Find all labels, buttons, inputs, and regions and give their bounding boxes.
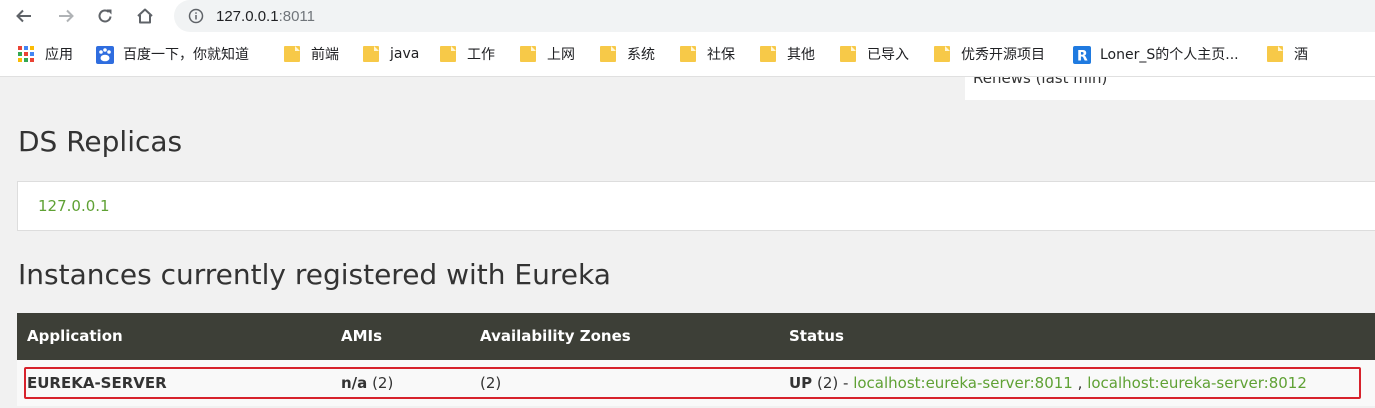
folder-icon	[600, 46, 616, 62]
bookmark-label: 百度一下，你就知道	[123, 47, 249, 63]
bookmark-folder-social-security[interactable]: 社保	[680, 44, 735, 64]
folder-icon	[680, 46, 696, 62]
info-circle-icon[interactable]	[188, 8, 204, 24]
folder-icon	[934, 46, 950, 62]
back-button[interactable]	[10, 2, 38, 30]
replica-link[interactable]: 127.0.0.1	[38, 197, 110, 215]
arrow-left-icon	[16, 9, 31, 23]
reload-icon	[98, 9, 112, 23]
instances-title: Instances currently registered with Eure…	[18, 258, 611, 291]
renews-stat-cell: Renews (last min)	[965, 77, 1375, 100]
cell-zones: (2)	[480, 374, 502, 392]
folder-icon	[840, 46, 856, 62]
url-text: 127.0.0.1:8011	[216, 7, 315, 25]
svg-text:R: R	[1077, 49, 1088, 65]
bookmark-label: 工作	[467, 47, 495, 63]
bookmark-label: 上网	[547, 47, 575, 63]
column-header-amis: AMIs	[341, 327, 383, 345]
baidu-icon	[96, 46, 114, 64]
folder-icon	[760, 46, 776, 62]
bookmark-label: 优秀开源项目	[961, 47, 1045, 63]
bookmark-folder-work[interactable]: 工作	[440, 44, 495, 64]
folder-icon	[520, 46, 536, 62]
eureka-page: Renews (last min) DS Replicas 127.0.0.1 …	[0, 77, 1375, 408]
bookmark-label: 社保	[707, 47, 735, 63]
bookmark-folder-wine[interactable]: 酒	[1267, 44, 1308, 64]
replicas-panel: 127.0.0.1	[17, 181, 1375, 231]
instance-separator: ,	[1077, 374, 1083, 392]
arrow-right-icon	[59, 9, 74, 23]
folder-icon	[440, 46, 456, 62]
column-header-availability-zones: Availability Zones	[480, 327, 631, 345]
renews-label: Renews (last min)	[973, 77, 1108, 87]
folder-icon	[363, 46, 379, 62]
bookmarks-bar: 应用 百度一下，你就知道 前端 java 工作 上网 系统 社保 其他 已导入 …	[0, 32, 1375, 77]
instances-table-header	[17, 313, 1375, 360]
cell-status: UP (2) - localhost:eureka-server:8011 , …	[789, 374, 1307, 392]
browser-toolbar: 127.0.0.1:8011	[0, 0, 1375, 32]
bookmark-folder-internet[interactable]: 上网	[520, 44, 575, 64]
status-count: (2) -	[816, 374, 849, 392]
application-name: EUREKA-SERVER	[27, 374, 167, 392]
bookmark-folder-open-source[interactable]: 优秀开源项目	[934, 44, 1045, 64]
cell-amis: n/a (2)	[341, 374, 393, 392]
bookmark-label: 酒	[1294, 47, 1308, 63]
bookmark-loner-homepage[interactable]: R Loner_S的个人主页...	[1073, 44, 1239, 65]
replicas-title: DS Replicas	[18, 125, 183, 158]
bookmark-label: 前端	[311, 47, 339, 63]
folder-icon	[1267, 46, 1283, 62]
bookmark-label: 其他	[787, 47, 815, 63]
home-icon	[137, 8, 153, 24]
cell-application: EUREKA-SERVER	[27, 374, 167, 392]
bookmark-label: 已导入	[867, 47, 909, 63]
bookmark-label: 系统	[627, 47, 655, 63]
bookmark-folder-other[interactable]: 其他	[760, 44, 815, 64]
home-button[interactable]	[131, 2, 159, 30]
r-logo-icon: R	[1073, 46, 1091, 65]
folder-icon	[284, 46, 300, 62]
bookmark-folder-java[interactable]: java	[363, 44, 419, 64]
forward-button[interactable]	[52, 2, 80, 30]
bookmark-folder-frontend[interactable]: 前端	[284, 44, 339, 64]
bookmark-baidu[interactable]: 百度一下，你就知道	[96, 44, 249, 64]
bookmark-folder-imported[interactable]: 已导入	[840, 44, 909, 64]
bookmark-label: java	[390, 46, 420, 62]
amis-value: n/a	[341, 374, 368, 392]
amis-count: (2)	[372, 374, 394, 392]
bookmark-label: Loner_S的个人主页...	[1100, 47, 1239, 63]
address-bar[interactable]: 127.0.0.1:8011	[174, 0, 1375, 32]
bookmark-folder-system[interactable]: 系统	[600, 44, 655, 64]
apps-grid-icon	[18, 46, 34, 62]
reload-button[interactable]	[91, 2, 119, 30]
column-header-status: Status	[789, 327, 844, 345]
bookmark-apps[interactable]: 应用	[18, 44, 73, 64]
status-value: UP	[789, 374, 813, 392]
bookmark-label: 应用	[45, 47, 73, 63]
instance-link[interactable]: localhost:eureka-server:8012	[1087, 374, 1307, 392]
instance-link[interactable]: localhost:eureka-server:8011	[853, 374, 1073, 392]
column-header-application: Application	[27, 327, 123, 345]
